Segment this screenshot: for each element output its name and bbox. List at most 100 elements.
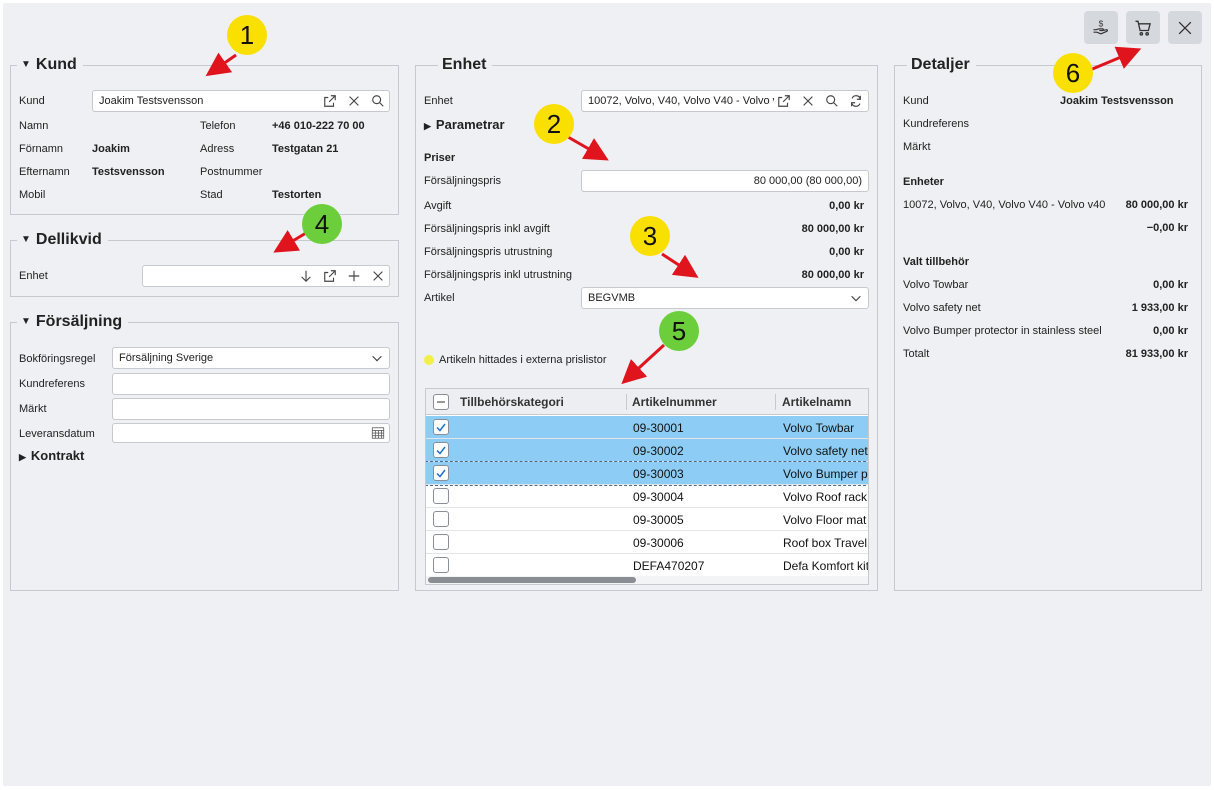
enheter-heading: Enheter <box>903 176 944 188</box>
totalt-value: 81 933,00 kr <box>1125 348 1188 360</box>
calendar-icon[interactable] <box>369 424 387 442</box>
svg-text:$: $ <box>1099 18 1104 28</box>
bokforingsregel-value: Försäljning Sverige <box>119 352 214 364</box>
table-row[interactable]: 09-30001 Volvo Towbar <box>426 416 868 439</box>
adress-label: Adress <box>200 143 235 155</box>
accessories-grid: Tillbehörskategori Artikelnummer Artikel… <box>425 388 869 585</box>
row-checkbox[interactable] <box>433 488 449 504</box>
cart-icon <box>1135 20 1151 36</box>
markt-label: Märkt <box>19 403 47 415</box>
artikel-value: BEGVMB <box>588 292 636 304</box>
fornamn-label: Förnamn <box>19 143 64 155</box>
parametrar-toggle[interactable]: ▶ Parametrar <box>424 117 505 132</box>
leveransdatum-input[interactable] <box>112 423 390 443</box>
tillbehor-price: 0,00 kr <box>1153 279 1188 291</box>
bokforingsregel-select[interactable]: Försäljning Sverige <box>112 347 390 369</box>
column-header-name[interactable]: Artikelnamn <box>782 395 851 409</box>
detaljer-enhet-price: 80 000,00 kr <box>1125 199 1188 211</box>
cart-button[interactable] <box>1126 11 1160 44</box>
row-checkbox[interactable] <box>433 419 449 435</box>
pris-utrustning-value: 0,00 kr <box>829 246 864 258</box>
kundreferens-label: Kundreferens <box>19 378 86 390</box>
kund-field-value: Joakim Testsvensson <box>99 95 204 107</box>
detaljer-kund-label: Kund <box>903 95 929 107</box>
badge-5: 5 <box>659 311 699 351</box>
dellikvid-enhet-field[interactable] <box>142 265 390 287</box>
table-row[interactable]: DEFA470207 Defa Komfort kit <box>426 554 869 577</box>
clear-icon[interactable] <box>799 92 817 110</box>
table-row[interactable]: 09-30003 Volvo Bumper p <box>426 461 868 486</box>
add-icon[interactable] <box>345 267 363 285</box>
badge-6: 6 <box>1053 53 1093 93</box>
tillbehor-price: 0,00 kr <box>1153 325 1188 337</box>
select-all-checkbox[interactable] <box>433 394 449 410</box>
close-button[interactable] <box>1168 11 1202 44</box>
enhet-field[interactable]: 10072, Volvo, V40, Volvo V40 - Volvo v40 <box>581 90 869 112</box>
row-checkbox[interactable] <box>433 557 449 573</box>
row-checkbox[interactable] <box>433 465 449 481</box>
leveransdatum-label: Leveransdatum <box>19 428 95 440</box>
parametrar-label: Parametrar <box>435 117 505 132</box>
clear-icon[interactable] <box>369 267 387 285</box>
enhet-panel-title: Enhet <box>438 55 493 75</box>
cell-name: Volvo Roof rack <box>783 490 868 504</box>
kontrakt-toggle[interactable]: ▶ Kontrakt <box>19 448 84 463</box>
kundreferens-input[interactable] <box>112 373 390 395</box>
column-separator[interactable] <box>626 394 627 410</box>
search-icon[interactable] <box>369 92 387 110</box>
dellikvid-panel-title[interactable]: ▼ Dellikvid <box>17 230 108 252</box>
pris-inkl-avgift-label: Försäljningspris inkl avgift <box>424 223 550 235</box>
badge-3: 3 <box>630 216 670 256</box>
tillbehor-name: Volvo safety net <box>903 302 981 314</box>
clear-icon[interactable] <box>345 92 363 110</box>
tillbehor-price: 1 933,00 kr <box>1131 302 1188 314</box>
table-row[interactable]: 09-30006 Roof box Travel <box>426 531 868 554</box>
kund-label: Kund <box>19 95 45 107</box>
detaljer-markt-label: Märkt <box>903 141 931 153</box>
badge-4: 4 <box>302 204 342 244</box>
table-row[interactable]: 09-30002 Volvo safety net <box>426 439 868 462</box>
hand-coin-icon: $ <box>1093 18 1109 34</box>
tillbehor-heading: Valt tillbehör <box>903 256 970 268</box>
info-text: Artikeln hittades i externa prislistor <box>439 354 607 366</box>
totalt-label: Totalt <box>903 348 930 360</box>
cell-name: Defa Komfort kit <box>783 559 869 573</box>
horizontal-scrollbar[interactable] <box>426 576 868 584</box>
column-header-category[interactable]: Tillbehörskategori <box>460 395 564 409</box>
payment-button[interactable]: $ <box>1084 11 1118 44</box>
badge-2: 2 <box>534 104 574 144</box>
artikel-select[interactable]: BEGVMB <box>581 287 869 309</box>
open-external-icon[interactable] <box>775 92 793 110</box>
forsaljningspris-value: 80 000,00 (80 000,00) <box>753 175 862 187</box>
chevron-down-icon <box>847 289 865 307</box>
table-row[interactable]: 09-30005 Volvo Floor mat <box>426 508 868 531</box>
row-checkbox[interactable] <box>433 534 449 550</box>
fornamn-value: Joakim <box>92 143 130 155</box>
pris-utrustning-label: Försäljningspris utrustning <box>424 246 553 258</box>
arrow-down-icon[interactable] <box>297 267 315 285</box>
kund-field[interactable]: Joakim Testsvensson <box>92 90 390 112</box>
avgift-value: 0,00 kr <box>829 200 864 212</box>
mobil-label: Mobil <box>19 189 46 201</box>
row-checkbox[interactable] <box>433 442 449 458</box>
refresh-icon[interactable] <box>847 92 865 110</box>
artikel-label: Artikel <box>424 292 455 304</box>
stad-label: Stad <box>200 189 223 201</box>
kontrakt-label: Kontrakt <box>30 448 85 463</box>
forsaljningspris-input[interactable]: 80 000,00 (80 000,00) <box>581 170 869 192</box>
row-checkbox[interactable] <box>433 511 449 527</box>
table-row[interactable]: 09-30004 Volvo Roof rack <box>426 485 868 508</box>
scrollbar-thumb[interactable] <box>428 577 636 583</box>
markt-input[interactable] <box>112 398 390 420</box>
open-external-icon[interactable] <box>321 92 339 110</box>
pris-inkl-utrustning-value: 80 000,00 kr <box>801 269 864 281</box>
cell-number: 09-30004 <box>633 490 684 504</box>
search-icon[interactable] <box>823 92 841 110</box>
priser-heading: Priser <box>424 152 456 164</box>
column-separator[interactable] <box>775 394 776 410</box>
forsaljning-panel-title[interactable]: ▼ Försäljning <box>17 312 129 334</box>
detaljer-kund-value: Joakim Testsvensson <box>1060 95 1174 107</box>
column-header-number[interactable]: Artikelnummer <box>632 395 717 409</box>
kund-panel-title[interactable]: ▼ Kund <box>17 55 83 77</box>
open-external-icon[interactable] <box>321 267 339 285</box>
